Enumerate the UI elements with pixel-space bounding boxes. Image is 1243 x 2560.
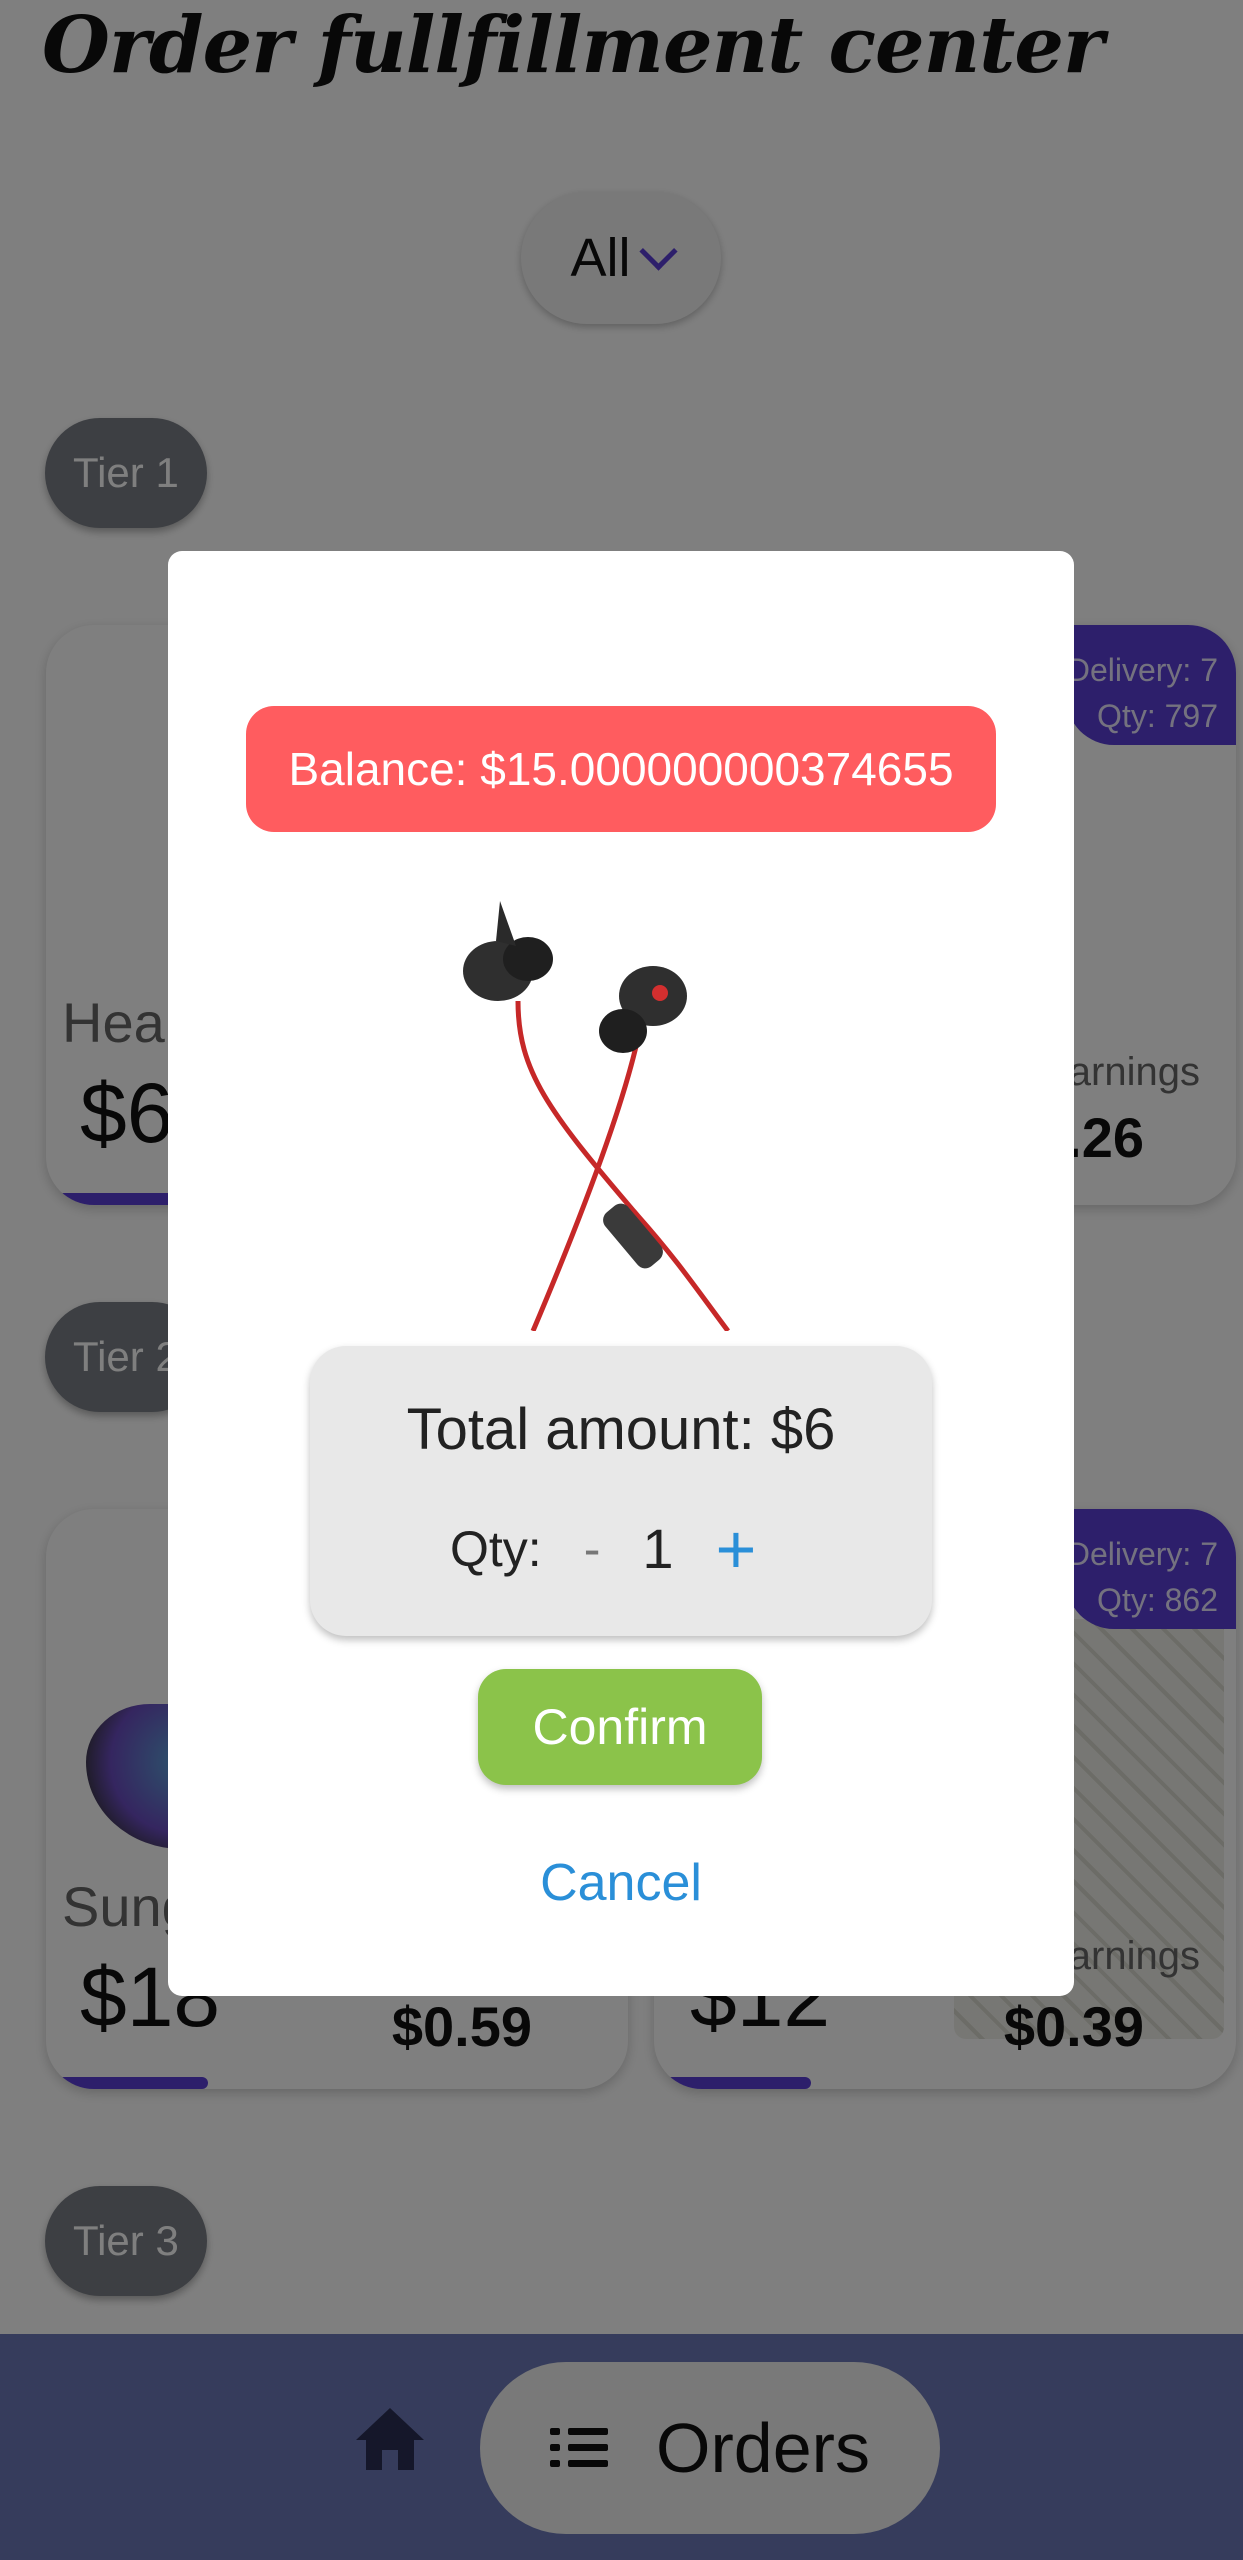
earphones-image (463, 901, 731, 1331)
total-amount: Total amount: $6 (406, 1397, 836, 1462)
order-summary-box: Total amount: $6 Qty: - 1 + (310, 1346, 932, 1636)
confirm-button[interactable]: Confirm (478, 1669, 762, 1785)
qty-label: Qty: (450, 1520, 542, 1577)
qty-value: 1 (642, 1517, 674, 1580)
balance-banner: Balance: $15.000000000374655 (246, 706, 996, 832)
quantity-stepper: Qty: - 1 + (450, 1514, 757, 1584)
order-confirmation-dialog: Balance: $15.000000000374655 Total amoun… (168, 551, 1074, 1996)
cancel-button[interactable]: Cancel (168, 1853, 1074, 1913)
increase-qty-button[interactable]: + (716, 1514, 757, 1584)
decrease-qty-button[interactable]: - (584, 1520, 601, 1578)
